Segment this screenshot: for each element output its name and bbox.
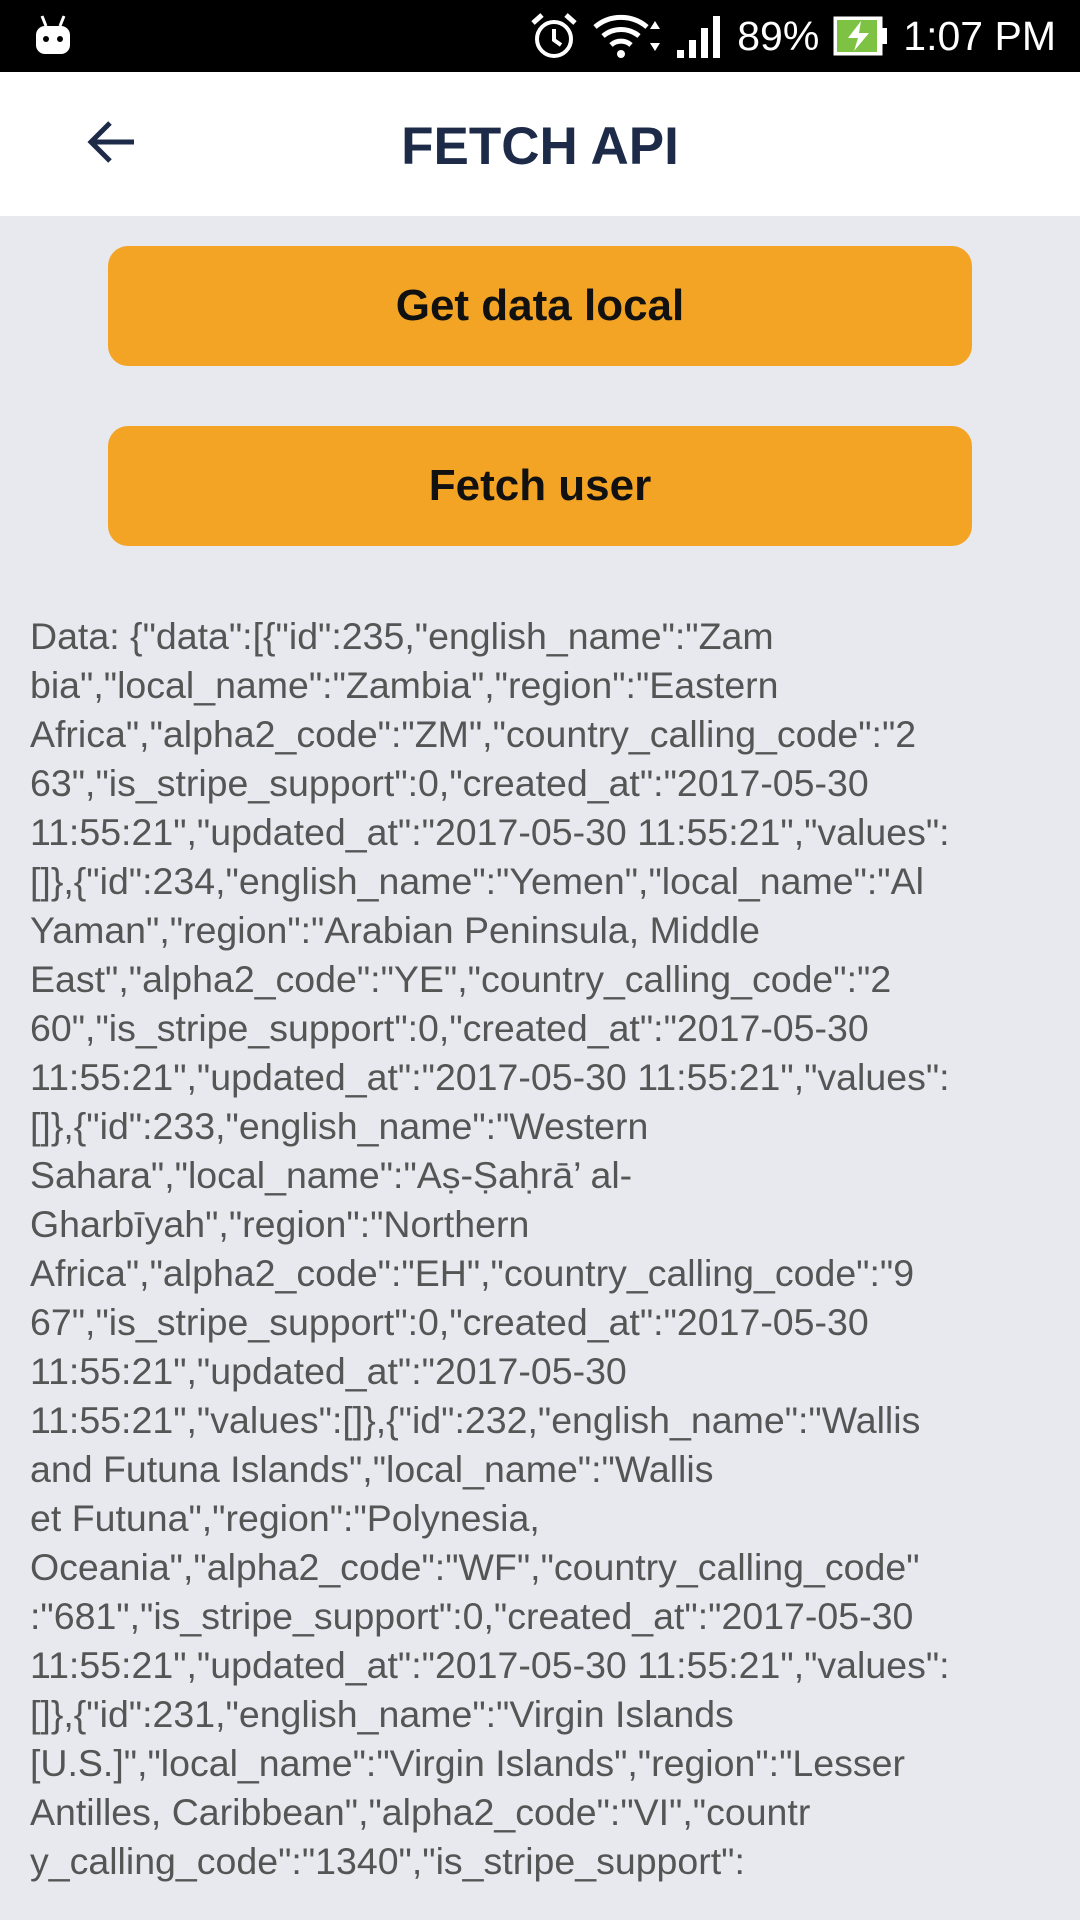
data-line: 67","is_stripe_support":0,"created_at":"… [30,1301,869,1343]
data-line: Yaman","region":"Arabian Peninsula, Midd… [30,909,761,951]
data-output: Data: {"data":[{"id":235,"english_name":… [30,612,1050,1886]
data-line: Antilles, Caribbean","alpha2_code":"VI",… [30,1791,811,1833]
get-data-local-button[interactable]: Get data local [108,246,972,366]
data-line: Africa","alpha2_code":"ZM","country_call… [30,713,917,755]
data-line: Oceania","alpha2_code":"WF","country_cal… [30,1546,920,1588]
battery-percent: 89% [737,12,820,59]
data-line: 11:55:21","updated_at":"2017-05-30 11:55… [30,1644,950,1686]
alarm-icon [529,11,579,61]
data-line: y_calling_code":"1340","is_stripe_suppor… [30,1840,745,1882]
data-line: Data: {"data":[{"id":235,"english_name":… [30,615,774,657]
app-bar: FETCH API [0,72,1080,216]
data-line: 11:55:21","updated_at":"2017-05-30 [30,1350,627,1392]
data-line: []},{"id":231,"english_name":"Virgin Isl… [30,1693,734,1735]
page-title: FETCH API [401,117,679,176]
android-debug-icon [34,14,74,58]
data-line: [U.S.]","local_name":"Virgin Islands","r… [30,1742,905,1784]
arrow-back-icon [86,119,138,169]
clock: 1:07 PM [903,12,1056,59]
data-line: Gharbīyah","region":"Northern [30,1203,530,1245]
data-line: and Futuna Islands","local_name":"Wallis [30,1448,714,1490]
data-line: bia","local_name":"Zambia","region":"Eas… [30,664,779,706]
battery-charging-icon [833,16,889,56]
data-line: :"681","is_stripe_support":0,"created_at… [30,1595,914,1637]
data-line: 11:55:21","updated_at":"2017-05-30 11:55… [30,811,950,853]
signal-icon [675,12,723,60]
data-line: 60","is_stripe_support":0,"created_at":"… [30,1007,869,1049]
back-button[interactable] [70,108,154,180]
data-line: Sahara","local_name":"Aṣ-Ṣaḥrā’ al- [30,1154,633,1196]
data-line: []},{"id":233,"english_name":"Western [30,1105,649,1147]
status-bar: 89% 1:07 PM [0,0,1080,72]
data-line: Africa","alpha2_code":"EH","country_call… [30,1252,915,1294]
wifi-icon [593,11,661,61]
data-line: et Futuna","region":"Polynesia, [30,1497,540,1539]
data-line: []},{"id":234,"english_name":"Yemen","lo… [30,860,924,902]
data-line: East","alpha2_code":"YE","country_callin… [30,958,892,1000]
data-line: 63","is_stripe_support":0,"created_at":"… [30,762,869,804]
data-line: 11:55:21","updated_at":"2017-05-30 11:55… [30,1056,950,1098]
fetch-user-button[interactable]: Fetch user [108,426,972,546]
data-line: 11:55:21","values":[]},{"id":232,"englis… [30,1399,921,1441]
